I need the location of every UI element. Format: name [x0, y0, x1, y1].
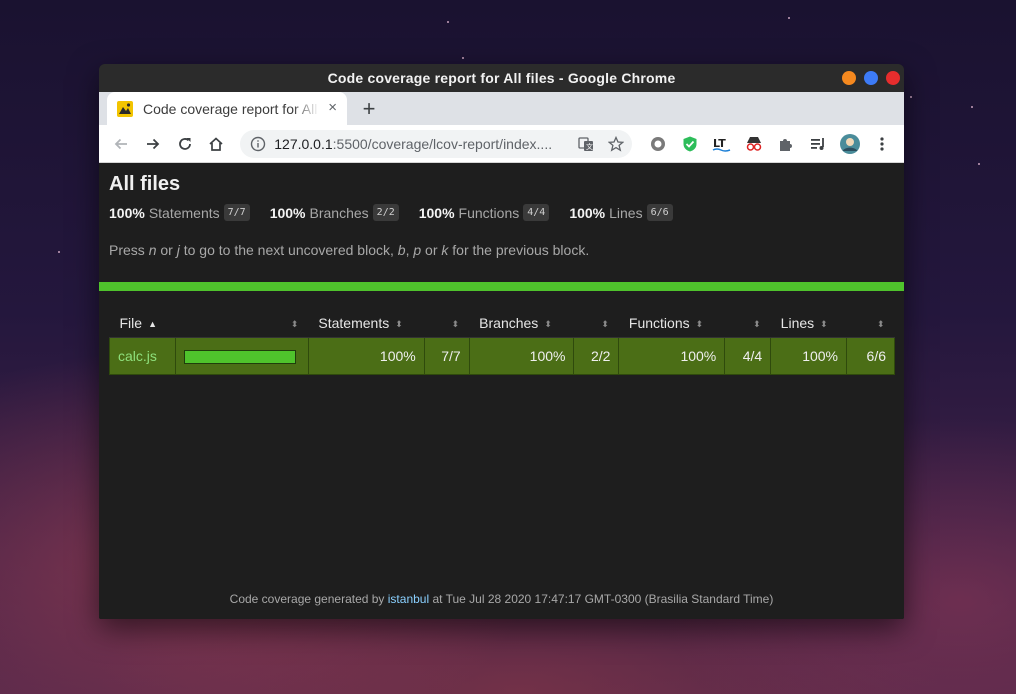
- header-statements-frac[interactable]: ⬍: [424, 309, 470, 338]
- functions-frac-cell: 4/4: [724, 336, 772, 375]
- header-file-bar[interactable]: ⬍: [175, 309, 309, 338]
- sort-icon: ⬍: [753, 318, 761, 329]
- minimize-button[interactable]: [842, 71, 856, 85]
- file-cell: calc.js: [109, 336, 176, 375]
- tab-title: Code coverage report for All files: [143, 100, 319, 117]
- coverage-status-bar: [99, 282, 904, 291]
- istanbul-link[interactable]: istanbul: [388, 592, 429, 606]
- summary-fraction: 2/2: [372, 204, 399, 221]
- coverage-summary: 100% Statements 7/7 100% Branches 2/2 10…: [109, 204, 894, 221]
- coverage-bar-cell: [174, 336, 309, 375]
- browser-window: Code coverage report for All files - Goo…: [99, 64, 904, 619]
- summary-label: Branches: [309, 204, 369, 221]
- address-bar[interactable]: 127.0.0.1:5500/coverage/lcov-report/inde…: [240, 129, 633, 158]
- coverage-progress-bar: [183, 349, 296, 364]
- sort-icon: ⬍: [695, 319, 704, 330]
- branches-frac-cell: 2/2: [573, 336, 620, 375]
- reload-button[interactable]: [169, 128, 201, 160]
- header-branches[interactable]: Branches ⬍: [469, 309, 574, 338]
- summary-fraction: 4/4: [523, 204, 550, 221]
- favicon-icon: [117, 100, 133, 117]
- header-lines-frac[interactable]: ⬍: [846, 309, 895, 338]
- sort-icon: ⬍: [876, 318, 885, 329]
- media-control-icon[interactable]: [802, 128, 834, 160]
- sort-asc-icon: ▲: [148, 319, 157, 330]
- header-statements[interactable]: Statements ⬍: [308, 309, 425, 338]
- keyboard-help-text: Press n or j to go to the next uncovered…: [109, 242, 590, 258]
- shield-check-icon[interactable]: [674, 128, 706, 160]
- translate-icon[interactable]: 文: [576, 134, 596, 154]
- summary-fraction: 6/6: [646, 204, 673, 221]
- summary-branches: 100% Branches 2/2: [270, 204, 399, 221]
- lines-frac-cell: 6/6: [846, 336, 895, 375]
- summary-lines: 100% Lines 6/6: [569, 204, 673, 221]
- file-link[interactable]: calc.js: [118, 348, 157, 364]
- summary-label: Statements: [148, 204, 220, 221]
- header-file[interactable]: File ▲: [109, 309, 176, 338]
- back-button[interactable]: [105, 128, 137, 160]
- summary-pct: 100%: [569, 204, 606, 221]
- coverage-table: File ▲ ⬍ Statements ⬍ ⬍ Branches ⬍ ⬍ Functi…: [109, 309, 895, 375]
- sort-icon: ⬍: [601, 318, 609, 329]
- url-host: 127.0.0.1: [274, 135, 333, 152]
- summary-pct: 100%: [109, 204, 145, 221]
- header-lines[interactable]: Lines ⬍: [770, 309, 847, 338]
- summary-statements: 100% Statements 7/7: [109, 204, 250, 221]
- summary-pct: 100%: [269, 204, 306, 221]
- header-functions[interactable]: Functions ⬍: [618, 309, 725, 338]
- info-icon[interactable]: [250, 136, 266, 152]
- arrow-left-icon: [114, 138, 127, 149]
- menu-kebab-icon[interactable]: [866, 128, 898, 160]
- window-controls: [842, 71, 900, 85]
- bookmark-star-icon[interactable]: [606, 134, 626, 154]
- arrow-right-icon: [146, 138, 159, 149]
- report-page: All files 100% Statements 7/7 100% Branc…: [99, 163, 904, 619]
- home-icon: [209, 136, 223, 151]
- functions-pct-cell: 100%: [618, 336, 726, 375]
- sort-icon: ⬍: [395, 319, 403, 330]
- forward-button[interactable]: [137, 128, 169, 160]
- extension-circle-icon[interactable]: [642, 128, 674, 160]
- languagetool-icon[interactable]: LT: [706, 128, 738, 160]
- svg-text:文: 文: [586, 142, 593, 151]
- sort-icon: ⬍: [820, 319, 828, 330]
- sort-icon: ⬍: [290, 318, 299, 329]
- report-footer: Code coverage generated by istanbul at T…: [229, 592, 774, 606]
- reload-icon: [178, 137, 191, 150]
- header-functions-frac[interactable]: ⬍: [724, 309, 771, 338]
- profile-avatar[interactable]: [834, 128, 866, 160]
- extensions-area: LT: [642, 128, 898, 160]
- summary-pct: 100%: [418, 204, 455, 221]
- close-window-button[interactable]: [886, 71, 900, 85]
- new-tab-button[interactable]: +: [355, 92, 383, 125]
- summary-fraction: 7/7: [223, 204, 250, 221]
- svg-text:LT: LT: [713, 137, 726, 150]
- url-path: :5500/coverage/lcov-report/index....: [332, 135, 553, 152]
- sort-icon: ⬍: [451, 318, 460, 329]
- window-title: Code coverage report for All files - Goo…: [327, 70, 676, 86]
- summary-label: Lines: [609, 204, 643, 221]
- url-text[interactable]: 127.0.0.1:5500/coverage/lcov-report/inde…: [274, 136, 566, 152]
- lines-pct-cell: 100%: [770, 336, 848, 375]
- table-row: calc.js 100% 7/7 100% 2/2 100% 4/4 100% …: [109, 336, 895, 375]
- statements-pct-cell: 100%: [307, 336, 425, 375]
- close-tab-icon[interactable]: ×: [328, 100, 337, 115]
- branches-pct-cell: 100%: [468, 336, 575, 375]
- maximize-button[interactable]: [864, 71, 878, 85]
- incognito-icon[interactable]: [738, 128, 770, 160]
- page-title: All files: [109, 173, 181, 195]
- summary-functions: 100% Functions 4/4: [419, 204, 550, 221]
- title-bar: Code coverage report for All files - Goo…: [99, 64, 904, 92]
- tab-coverage-report[interactable]: Code coverage report for All files ×: [107, 92, 347, 125]
- browser-toolbar: 127.0.0.1:5500/coverage/lcov-report/inde…: [99, 125, 904, 163]
- summary-label: Functions: [458, 204, 520, 221]
- tab-strip: Code coverage report for All files × +: [99, 92, 904, 125]
- header-branches-frac[interactable]: ⬍: [573, 309, 619, 338]
- statements-frac-cell: 7/7: [423, 336, 470, 375]
- home-button[interactable]: [200, 128, 232, 160]
- puzzle-icon[interactable]: [770, 128, 802, 160]
- sort-icon: ⬍: [544, 319, 552, 330]
